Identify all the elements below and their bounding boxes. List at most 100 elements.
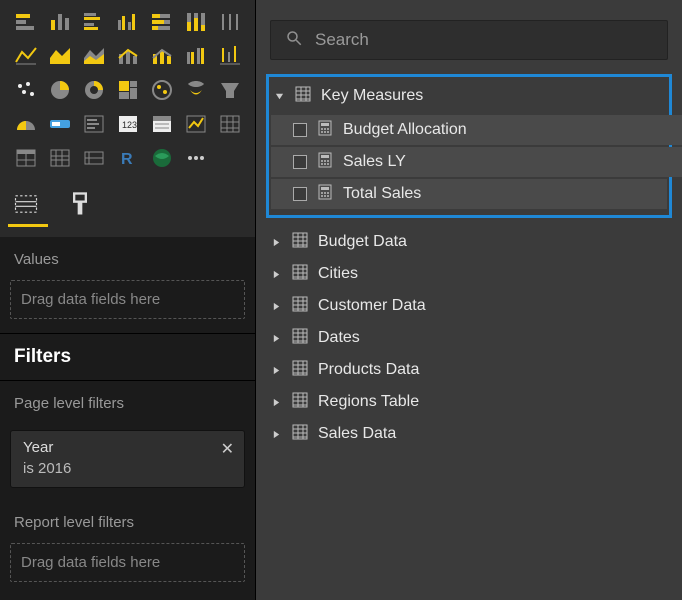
slicer-icon[interactable]: 123 (114, 110, 142, 138)
key-measures-label: Key Measures (321, 87, 423, 105)
key-influencers-icon[interactable] (46, 144, 74, 172)
matrix-icon[interactable] (182, 110, 210, 138)
expand-caret-right-icon (270, 238, 282, 247)
arcgis-map-icon[interactable] (148, 144, 176, 172)
expand-caret-right-icon (270, 430, 282, 439)
clustered-bar-chart-icon[interactable] (80, 8, 108, 36)
table-row[interactable]: Dates (266, 322, 672, 354)
filter-value: is 2016 (23, 460, 232, 477)
fields-pane: Key Measures Budget Allocation Sales LY (256, 0, 682, 600)
table-row[interactable]: Customer Data (266, 290, 672, 322)
waterfall-chart-icon[interactable] (182, 42, 210, 70)
visualizations-gallery: 123 R (0, 0, 255, 180)
area-chart-icon[interactable] (12, 42, 40, 70)
values-drop-zone[interactable]: Drag data fields here (10, 280, 245, 319)
table-label: Budget Data (318, 233, 407, 251)
filters-heading: Filters (0, 333, 255, 381)
stacked-bar-chart-icon[interactable] (12, 8, 40, 36)
pane-tabs (0, 180, 255, 237)
table-label: Cities (318, 265, 358, 283)
table-icon (292, 264, 308, 285)
clustered-column-chart-icon[interactable] (114, 8, 142, 36)
field-checkbox[interactable] (293, 123, 307, 137)
table-icon (292, 360, 308, 381)
table-icon (292, 232, 308, 253)
report-filters-drop-zone[interactable]: Drag data fields here (10, 543, 245, 582)
values-label: Values (0, 237, 255, 276)
treemap-icon[interactable] (80, 76, 108, 104)
hundred-stacked-bar-chart-icon[interactable] (148, 8, 176, 36)
expand-caret-down-icon (273, 92, 285, 101)
field-label: Sales LY (343, 153, 406, 171)
python-visual-icon[interactable] (12, 144, 40, 172)
field-label: Total Sales (343, 185, 421, 203)
table-label: Dates (318, 329, 360, 347)
field-sales-ly[interactable]: Sales LY (271, 147, 682, 177)
donut-chart-icon[interactable] (46, 76, 74, 104)
multi-row-card-icon[interactable] (46, 110, 74, 138)
page-filter-card[interactable]: Year is 2016 ✕ (10, 430, 245, 488)
table-label: Products Data (318, 361, 419, 379)
expand-caret-right-icon (270, 366, 282, 375)
expand-caret-right-icon (270, 302, 282, 311)
field-checkbox[interactable] (293, 187, 307, 201)
field-checkbox[interactable] (293, 155, 307, 169)
r-script-icon[interactable]: R (114, 144, 142, 172)
measure-icon (317, 152, 333, 173)
card-icon[interactable] (12, 110, 40, 138)
field-total-sales[interactable]: Total Sales (271, 179, 667, 209)
scatter-chart-icon[interactable] (216, 42, 244, 70)
r-visual-icon[interactable] (216, 110, 244, 138)
table-label: Regions Table (318, 393, 419, 411)
search-icon (285, 29, 303, 52)
table-icon (292, 296, 308, 317)
funnel-icon[interactable] (182, 76, 210, 104)
stacked-area-chart-icon[interactable] (46, 42, 74, 70)
format-tab-icon[interactable] (66, 190, 94, 218)
table-row[interactable]: Products Data (266, 354, 672, 386)
svg-text:123: 123 (122, 120, 137, 130)
report-level-filters-label: Report level filters (0, 500, 255, 539)
stacked-column-chart-icon[interactable] (46, 8, 74, 36)
filled-map-icon[interactable] (148, 76, 176, 104)
table-row[interactable]: Budget Data (266, 226, 672, 258)
line-stacked-column-icon[interactable] (80, 42, 108, 70)
table-row[interactable]: Regions Table (266, 386, 672, 418)
app-root: 123 R Values Drag data fiel (0, 0, 682, 600)
active-tab-underline (8, 224, 48, 227)
search-input[interactable] (315, 30, 653, 50)
gauge-icon[interactable] (216, 76, 244, 104)
table-icon (292, 392, 308, 413)
table-icon[interactable] (148, 110, 176, 138)
visualizations-pane: 123 R Values Drag data fiel (0, 0, 256, 600)
table-icon (292, 328, 308, 349)
map-icon[interactable] (114, 76, 142, 104)
fields-search[interactable] (270, 20, 668, 60)
table-label: Sales Data (318, 425, 396, 443)
field-budget-allocation[interactable]: Budget Allocation (271, 115, 682, 145)
line-chart-icon[interactable] (216, 8, 244, 36)
filter-remove-icon[interactable]: ✕ (221, 439, 234, 459)
key-measures-highlight: Key Measures Budget Allocation Sales LY (266, 74, 672, 218)
kpi-icon[interactable] (80, 110, 108, 138)
svg-text:R: R (121, 151, 133, 168)
hundred-stacked-column-chart-icon[interactable] (182, 8, 210, 36)
line-clustered-column-icon[interactable] (114, 42, 142, 70)
page-level-filters-label: Page level filters (0, 381, 255, 420)
fields-list: Key Measures Budget Allocation Sales LY (256, 70, 682, 460)
pie-chart-icon[interactable] (12, 76, 40, 104)
measure-icon (317, 184, 333, 205)
fields-tab-icon[interactable] (12, 190, 40, 218)
table-row[interactable]: Cities (266, 258, 672, 290)
ribbon-chart-icon[interactable] (148, 42, 176, 70)
measure-icon (317, 120, 333, 141)
decomposition-tree-icon[interactable] (80, 144, 108, 172)
field-label: Budget Allocation (343, 121, 467, 139)
table-row[interactable]: Sales Data (266, 418, 672, 450)
expand-caret-right-icon (270, 270, 282, 279)
table-icon (292, 424, 308, 445)
expand-caret-right-icon (270, 334, 282, 343)
key-measures-group[interactable]: Key Measures (271, 79, 667, 113)
table-icon (295, 86, 311, 107)
more-visuals-icon[interactable] (182, 144, 210, 172)
